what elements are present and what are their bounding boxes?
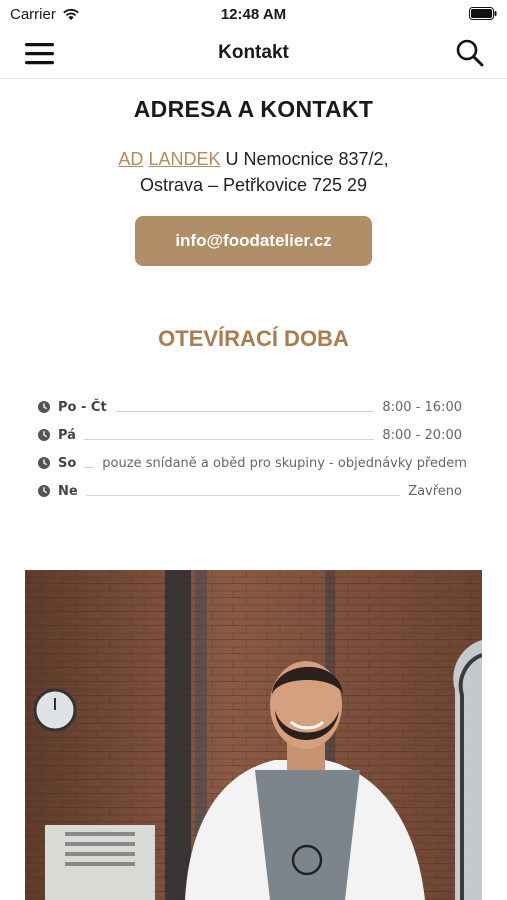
hours-row: Po - Čt 8:00 - 16:00 <box>38 393 462 421</box>
clock-icon <box>38 401 50 413</box>
hours-day: Pá <box>58 427 76 443</box>
address: AD LANDEK U Nemocnice 837/2, Ostrava – P… <box>0 146 507 198</box>
hours-row: Ne Zavřeno <box>38 477 462 505</box>
hours-day: Ne <box>58 483 78 499</box>
address-street: U Nemocnice 837/2, <box>220 149 389 169</box>
contact-heading: ADRESA A KONTAKT <box>133 96 374 122</box>
address-link-landek[interactable]: LANDEK <box>148 149 220 169</box>
opening-hours-title: OTEVÍRACÍ DOBA <box>158 326 349 351</box>
hours-day: Po - Čt <box>58 399 107 415</box>
search-icon <box>456 39 484 67</box>
opening-hours-list: Po - Čt 8:00 - 16:00 Pá 8:00 - 20:00 So … <box>38 393 467 505</box>
page-title: Kontakt <box>218 42 289 63</box>
battery-icon <box>469 7 497 20</box>
hours-value: pouze snídaně a oběd pro skupiny - objed… <box>102 455 467 471</box>
status-bar: Carrier 12:48 AM <box>0 0 507 28</box>
hours-value: 8:00 - 20:00 <box>382 427 462 443</box>
search-button[interactable] <box>455 38 485 68</box>
chef-photo <box>25 570 482 900</box>
hours-row: Pá 8:00 - 20:00 <box>38 421 462 449</box>
hours-day: So <box>58 455 77 471</box>
hours-value: 8:00 - 16:00 <box>382 399 462 415</box>
clock-icon <box>38 485 50 497</box>
address-city: Ostrava – Petřkovice 725 29 <box>139 175 368 195</box>
hours-row: So pouze snídaně a oběd pro skupiny - ob… <box>38 449 467 477</box>
dotted-leader <box>114 410 375 412</box>
navigation-bar: Kontakt <box>0 28 507 79</box>
chef-photo-illustration <box>25 570 482 900</box>
dotted-leader <box>83 438 375 440</box>
clock-icon <box>38 429 50 441</box>
status-time: 12:48 AM <box>220 6 287 23</box>
dotted-leader <box>85 494 401 496</box>
email-button[interactable]: info@foodatelier.cz <box>135 216 372 266</box>
address-link-ad[interactable]: AD <box>118 149 143 169</box>
clock-icon <box>38 457 50 469</box>
hours-value: Zavřeno <box>408 483 462 499</box>
dotted-leader <box>84 466 95 468</box>
